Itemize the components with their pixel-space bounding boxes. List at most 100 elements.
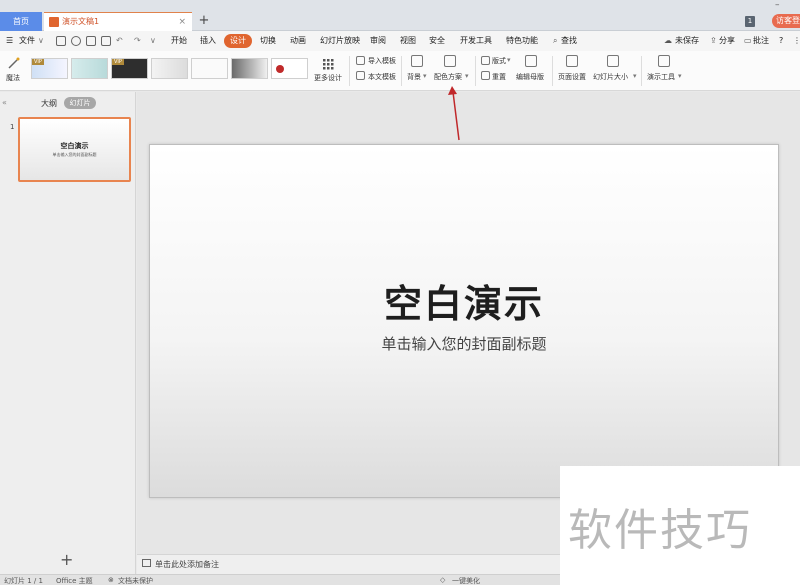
this-template-button[interactable]: 本文模板 (368, 72, 396, 82)
slide-subtitle[interactable]: 单击输入您的封面副标题 (150, 333, 778, 354)
import-template-button[interactable]: 导入模板 (368, 56, 396, 66)
theme-name: Office 主题 (56, 577, 93, 585)
title-bar: 首页 演示文稿1 × + – 1 访客登 (0, 0, 800, 31)
edit-master-button[interactable]: 编辑母版 (516, 72, 544, 82)
customize-icon[interactable]: ∨ (150, 34, 156, 48)
slide-size-button[interactable]: 幻灯片大小 (593, 72, 628, 82)
present-tools-icon (658, 55, 670, 67)
hamburger-icon[interactable]: ☰ (6, 34, 13, 48)
help-icon[interactable]: ? (779, 34, 783, 48)
document-tab[interactable]: 演示文稿1 × (44, 12, 192, 31)
export-icon[interactable] (71, 36, 81, 46)
home-tab[interactable]: 首页 (0, 12, 42, 31)
slide-thumbnail[interactable]: 空白演示 单击输入您的封面副标题 (18, 117, 131, 182)
print-preview-icon[interactable] (101, 36, 111, 46)
tab-transition[interactable]: 切换 (260, 34, 276, 48)
ribbon-separator (349, 56, 350, 86)
search-icon[interactable]: ⌕ (553, 34, 557, 48)
grid-icon[interactable] (322, 58, 334, 70)
design-template-5[interactable] (191, 58, 228, 79)
layout-icon (481, 56, 490, 65)
tab-special[interactable]: 特色功能 (506, 34, 538, 48)
ribbon-separator (475, 56, 476, 86)
tab-slides[interactable]: 幻灯片 (64, 97, 96, 109)
tab-review[interactable]: 审阅 (370, 34, 386, 48)
tab-outline[interactable]: 大纲 (41, 98, 57, 109)
file-menu[interactable]: 文件 (19, 34, 35, 48)
layout-button[interactable]: 版式 (492, 56, 506, 66)
window-count-badge[interactable]: 1 (745, 16, 755, 27)
page-setup-button[interactable]: 页面设置 (558, 72, 586, 82)
tab-design[interactable]: 设计 (224, 34, 252, 48)
edit-master-icon (525, 55, 537, 67)
minimize-button[interactable]: – (775, 0, 785, 10)
page-setup-icon (566, 55, 578, 67)
chevron-down-icon[interactable]: ▾ (507, 56, 511, 64)
tab-security[interactable]: 安全 (429, 34, 445, 48)
design-template-4[interactable] (151, 58, 188, 79)
design-template-3[interactable]: VIP (111, 58, 148, 79)
tab-animation[interactable]: 动画 (290, 34, 306, 48)
design-template-7[interactable] (271, 58, 308, 79)
tab-developer[interactable]: 开发工具 (460, 34, 492, 48)
slide[interactable]: 空白演示 单击输入您的封面副标题 (149, 144, 779, 498)
magic-wand-icon[interactable] (7, 56, 20, 69)
tab-slideshow[interactable]: 幻灯片放映 (320, 34, 360, 48)
tab-insert[interactable]: 插入 (200, 34, 216, 48)
vip-badge: VIP (32, 59, 44, 65)
cloud-icon: ☁ (664, 36, 672, 45)
chevron-down-icon[interactable]: ▾ (465, 72, 469, 80)
chevron-down-icon[interactable]: ▾ (633, 72, 637, 80)
document-tab-label: 演示文稿1 (62, 17, 100, 26)
vip-badge: VIP (112, 59, 124, 65)
present-tools-button[interactable]: 演示工具 (647, 72, 675, 82)
chevron-down-icon[interactable]: ▾ (678, 72, 682, 80)
document-protection-status[interactable]: 文档未保护 (118, 576, 153, 585)
more-icon[interactable]: ⋮ (793, 34, 800, 48)
search-button[interactable]: 查找 (561, 34, 577, 48)
this-template-icon (356, 71, 365, 80)
color-scheme-button[interactable]: 配色方案 (434, 72, 462, 82)
chevron-down-icon[interactable]: ∨ (38, 34, 44, 48)
design-ribbon: 魔法 VIP VIP 更多设计 导入模板 本文模板 背景 ▾ 配色方案 ▾ 版式… (0, 51, 800, 91)
menu-bar: ☰ 文件 ∨ ↶ ↷ ∨ 开始 插入 设计 切换 动画 幻灯片放映 审阅 视图 … (0, 31, 800, 51)
reset-button[interactable]: 重置 (492, 72, 506, 82)
watermark-text: 软件技巧 (568, 505, 752, 556)
share-button[interactable]: 分享 (719, 34, 735, 48)
thumbnail-subtitle: 单击输入您的封面副标题 (52, 152, 97, 157)
design-template-1[interactable]: VIP (31, 58, 68, 79)
design-template-2[interactable] (71, 58, 108, 79)
ribbon-separator (401, 56, 402, 86)
slide-size-icon (607, 55, 619, 67)
ribbon-separator (552, 56, 553, 86)
slide-number: 1 (10, 123, 15, 131)
tab-start[interactable]: 开始 (171, 34, 187, 48)
new-tab-button[interactable]: + (196, 13, 212, 29)
more-designs-button[interactable]: 更多设计 (314, 73, 342, 83)
close-icon[interactable]: × (178, 13, 186, 31)
import-template-icon (356, 56, 365, 65)
tab-view[interactable]: 视图 (400, 34, 416, 48)
unsaved-status[interactable]: 未保存 (675, 34, 699, 48)
comment-button[interactable]: 批注 (753, 34, 769, 48)
notes-input[interactable]: 单击此处添加备注 (155, 559, 219, 570)
undo-icon[interactable]: ↶ (116, 34, 123, 48)
print-icon[interactable] (86, 36, 96, 46)
magic-button-label[interactable]: 魔法 (6, 73, 20, 83)
save-icon[interactable] (56, 36, 66, 46)
thumbnail-title: 空白演示 (60, 142, 89, 150)
collapse-panel-icon[interactable]: « (2, 98, 7, 107)
color-scheme-icon (444, 55, 456, 67)
redo-icon[interactable]: ↷ (134, 34, 141, 48)
background-button[interactable]: 背景 (407, 72, 421, 82)
presentation-icon (49, 17, 59, 27)
background-icon (411, 55, 423, 67)
visitor-login-button[interactable]: 访客登 (772, 14, 800, 28)
notes-icon (142, 559, 151, 567)
slide-panel: « 大纲 幻灯片 1 空白演示 单击输入您的封面副标题 + (0, 92, 136, 574)
add-slide-button[interactable]: + (60, 550, 73, 569)
chevron-down-icon[interactable]: ▾ (423, 72, 427, 80)
beautify-button[interactable]: 一键美化 (452, 576, 480, 585)
design-template-6[interactable] (231, 58, 268, 79)
slide-title[interactable]: 空白演示 (150, 273, 778, 328)
